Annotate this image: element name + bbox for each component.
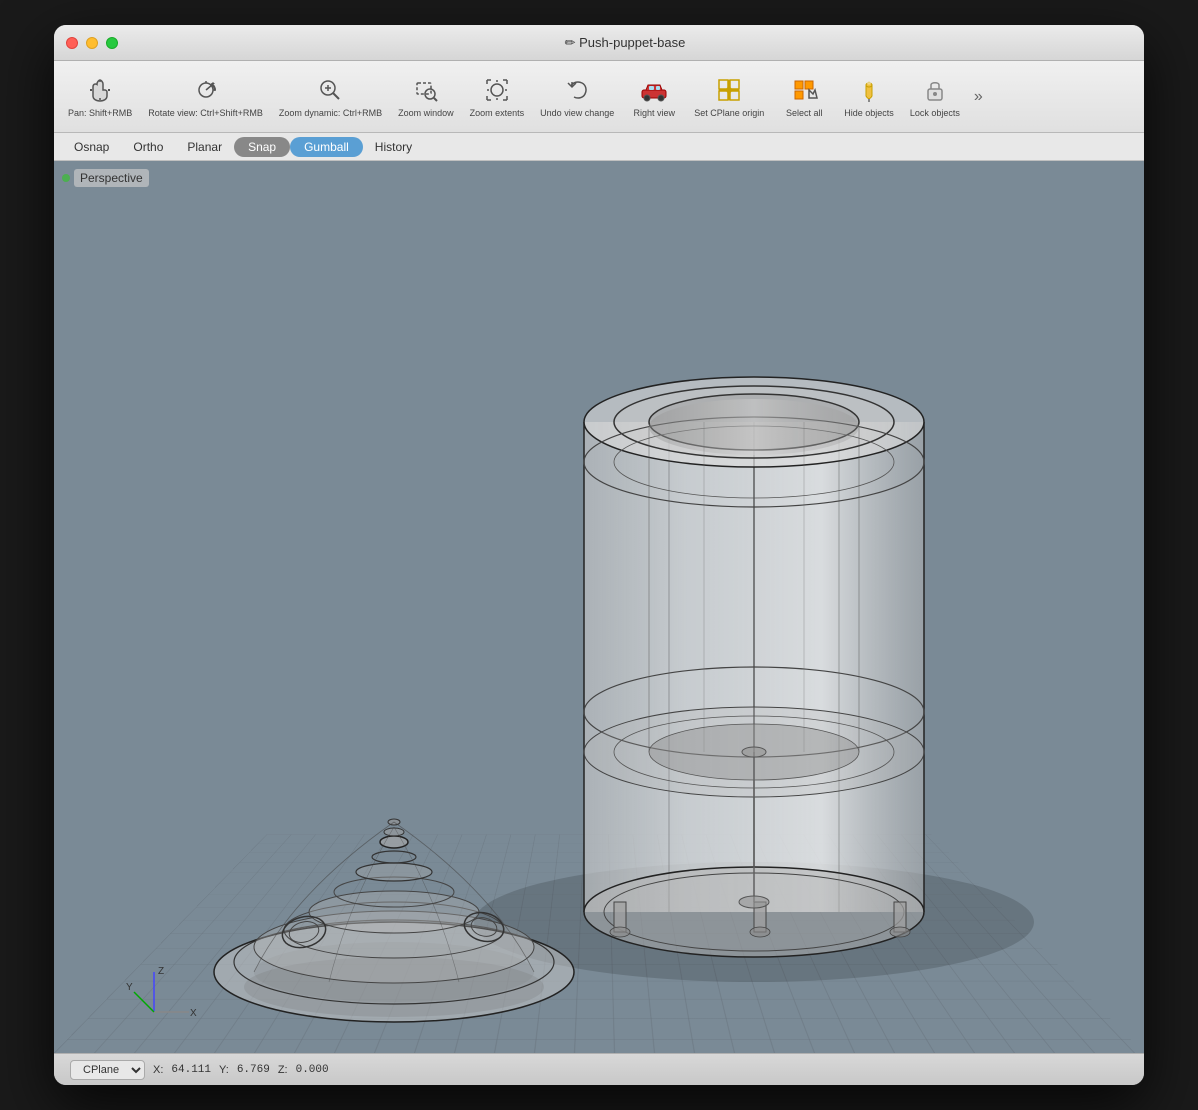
traffic-lights (66, 37, 118, 49)
rotate-icon (190, 74, 222, 106)
svg-text:Y: Y (126, 982, 133, 993)
zoom-window-icon (410, 74, 442, 106)
right-view-tool[interactable]: Right view (624, 70, 684, 123)
titlebar: ✏ Push-puppet-base (54, 25, 1144, 61)
y-label: Y: (219, 1064, 229, 1076)
undo-view-tool[interactable]: Undo view change (534, 70, 620, 123)
zoom-dynamic-icon (314, 74, 346, 106)
osnap-button[interactable]: Osnap (62, 137, 121, 157)
window-title: ✏ Push-puppet-base (118, 35, 1132, 51)
hide-objects-label: Hide objects (844, 108, 894, 119)
cplane-select[interactable]: CPlane (70, 1060, 145, 1080)
zoom-dynamic-label: Zoom dynamic: Ctrl+RMB (279, 108, 382, 119)
x-value: 64.111 (171, 1064, 211, 1076)
viewport-canvas[interactable]: Z X Y (54, 161, 1144, 1053)
history-button[interactable]: History (363, 137, 424, 157)
more-tools-button[interactable]: » (970, 84, 987, 110)
pan-tool[interactable]: Pan: Shift+RMB (62, 70, 138, 123)
maximize-button[interactable] (106, 37, 118, 49)
z-label: Z: (278, 1064, 288, 1076)
right-view-icon (638, 74, 670, 106)
select-all-label: Select all (786, 108, 823, 119)
main-window: ✏ Push-puppet-base Pan: Shift+RMB (54, 25, 1144, 1085)
zoom-dynamic-tool[interactable]: Zoom dynamic: Ctrl+RMB (273, 70, 388, 123)
viewport-name: Perspective (74, 169, 149, 187)
undo-view-label: Undo view change (540, 108, 614, 119)
svg-text:X: X (190, 1008, 197, 1019)
pan-icon (84, 74, 116, 106)
lock-objects-icon (919, 74, 951, 106)
coord-group: CPlane X: 64.111 Y: 6.769 Z: 0.000 (70, 1060, 329, 1080)
rotate-tool[interactable]: Rotate view: Ctrl+Shift+RMB (142, 70, 269, 123)
zoom-extents-tool[interactable]: Zoom extents (464, 70, 531, 123)
viewport-label: Perspective (62, 169, 149, 187)
set-cplane-icon (713, 74, 745, 106)
zoom-window-label: Zoom window (398, 108, 454, 119)
select-all-tool[interactable]: Select all (774, 70, 834, 123)
close-button[interactable] (66, 37, 78, 49)
y-value: 6.769 (237, 1064, 270, 1076)
lock-objects-label: Lock objects (910, 108, 960, 119)
viewport-active-dot (62, 174, 70, 182)
undo-view-icon (561, 74, 593, 106)
zoom-extents-icon (481, 74, 513, 106)
pan-label: Pan: Shift+RMB (68, 108, 132, 119)
gumball-button[interactable]: Gumball (290, 137, 363, 157)
svg-text:Z: Z (158, 966, 164, 977)
zoom-extents-label: Zoom extents (470, 108, 525, 119)
viewport-container[interactable]: Perspective (54, 161, 1144, 1053)
x-label: X: (153, 1064, 163, 1076)
status-bar-top: Osnap Ortho Planar Snap Gumball History (54, 133, 1144, 161)
minimize-button[interactable] (86, 37, 98, 49)
set-cplane-tool[interactable]: Set CPlane origin (688, 70, 770, 123)
lock-objects-tool[interactable]: Lock objects (904, 70, 966, 123)
select-all-icon (788, 74, 820, 106)
right-view-label: Right view (633, 108, 675, 119)
toolbar: Pan: Shift+RMB Rotate view: Ctrl+Shift+R… (54, 61, 1144, 133)
planar-button[interactable]: Planar (175, 137, 234, 157)
z-value: 0.000 (296, 1064, 329, 1076)
statusbar-bottom: CPlane X: 64.111 Y: 6.769 Z: 0.000 (54, 1053, 1144, 1085)
rotate-label: Rotate view: Ctrl+Shift+RMB (148, 108, 263, 119)
hide-objects-icon (853, 74, 885, 106)
ortho-button[interactable]: Ortho (121, 137, 175, 157)
scene-svg: Z X Y (54, 161, 1144, 1053)
zoom-window-tool[interactable]: Zoom window (392, 70, 460, 123)
set-cplane-label: Set CPlane origin (694, 108, 764, 119)
snap-button[interactable]: Snap (234, 137, 290, 157)
hide-objects-tool[interactable]: Hide objects (838, 70, 900, 123)
